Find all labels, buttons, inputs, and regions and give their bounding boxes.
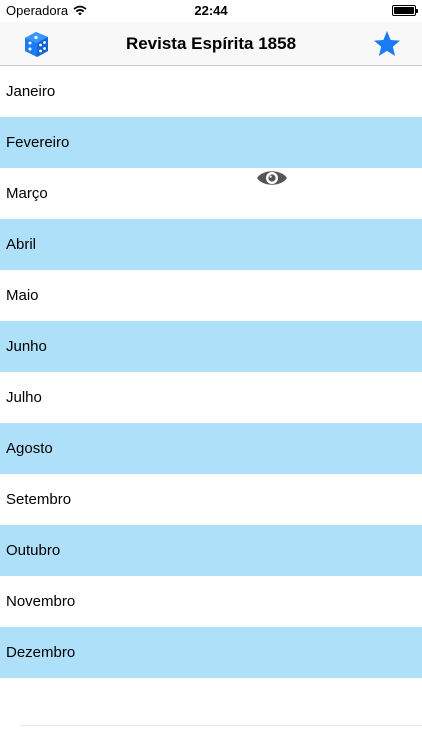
month-label: Abril — [6, 236, 37, 253]
list-item-fevereiro[interactable]: Fevereiro — [0, 117, 422, 168]
month-list: Janeiro Fevereiro Março Abril Maio Junho… — [0, 66, 422, 678]
list-item-outubro[interactable]: Outubro — [0, 525, 422, 576]
month-label: Julho — [6, 389, 42, 406]
list-item-julho[interactable]: Julho — [0, 372, 422, 423]
list-bottom-divider — [20, 725, 422, 726]
month-label: Outubro — [6, 542, 61, 559]
status-bar: Operadora 22:44 — [0, 0, 422, 22]
battery-icon — [392, 5, 418, 16]
month-label: Fevereiro — [6, 134, 70, 151]
random-button[interactable] — [20, 28, 52, 60]
list-item-marco[interactable]: Março — [0, 168, 422, 219]
list-item-agosto[interactable]: Agosto — [0, 423, 422, 474]
month-label: Agosto — [6, 440, 53, 457]
eye-icon[interactable] — [256, 168, 288, 188]
month-label: Maio — [6, 287, 39, 304]
list-item-dezembro[interactable]: Dezembro — [0, 627, 422, 678]
star-icon — [374, 31, 400, 56]
month-label: Setembro — [6, 491, 72, 508]
month-label: Novembro — [6, 593, 76, 610]
app-screen: Operadora 22:44 Revista Espírita 1858 Ja… — [0, 0, 422, 750]
month-label: Junho — [6, 338, 47, 355]
navigation-bar: Revista Espírita 1858 — [0, 22, 422, 66]
dice-icon — [25, 32, 48, 57]
favorites-button[interactable] — [372, 29, 402, 59]
list-item-maio[interactable]: Maio — [0, 270, 422, 321]
status-time: 22:44 — [194, 3, 228, 18]
page-title: Revista Espírita 1858 — [125, 34, 297, 53]
month-label: Janeiro — [6, 83, 56, 100]
list-item-novembro[interactable]: Novembro — [0, 576, 422, 627]
list-item-janeiro[interactable]: Janeiro — [0, 66, 422, 117]
list-item-abril[interactable]: Abril — [0, 219, 422, 270]
month-label: Março — [6, 185, 48, 202]
list-item-setembro[interactable]: Setembro — [0, 474, 422, 525]
list-item-junho[interactable]: Junho — [0, 321, 422, 372]
month-label: Dezembro — [6, 644, 76, 661]
